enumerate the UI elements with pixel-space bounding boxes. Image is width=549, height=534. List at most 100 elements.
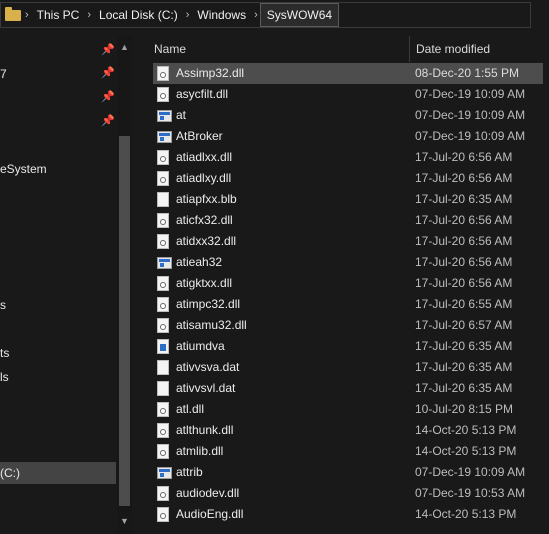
- exe-icon: [157, 257, 172, 269]
- nav-item-quick-access-3[interactable]: s: [0, 294, 6, 316]
- file-row[interactable]: atmlib.dll 14-Oct-20 5:13 PM: [153, 441, 549, 462]
- file-date-modified: 17-Jul-20 6:56 AM: [415, 213, 513, 227]
- file-row[interactable]: atl.dll 10-Jul-20 8:15 PM: [153, 399, 549, 420]
- breadcrumb[interactable]: › This PC › Local Disk (C:) › Windows › …: [0, 2, 531, 28]
- file-name: atlthunk.dll: [176, 423, 234, 437]
- file-date-modified: 08-Dec-20 1:55 PM: [415, 66, 520, 80]
- nav-item-label: (C:): [0, 466, 20, 480]
- file-date-modified: 07-Dec-19 10:53 AM: [415, 486, 526, 500]
- file-name: audiodev.dll: [176, 486, 240, 500]
- nav-item-quick-access-4[interactable]: ts: [0, 342, 9, 364]
- file-date-modified: 17-Jul-20 6:56 AM: [415, 150, 513, 164]
- file-row[interactable]: Assimp32.dll 08-Dec-20 1:55 PM: [153, 63, 549, 84]
- file-name: AudioEng.dll: [176, 507, 244, 521]
- dll-icon: [157, 66, 169, 81]
- file-row[interactable]: ativvsvl.dat 17-Jul-20 6:35 AM: [153, 378, 549, 399]
- file-list: Name Date modified Assimp32.dll 08-Dec-20…: [135, 36, 549, 534]
- dll-icon: [157, 213, 169, 228]
- exe-icon: [157, 131, 172, 143]
- dll-icon: [157, 507, 169, 522]
- breadcrumb-local-disk[interactable]: Local Disk (C:): [93, 4, 184, 26]
- file-row[interactable]: aticfx32.dll 17-Jul-20 6:56 AM: [153, 210, 549, 231]
- file-row[interactable]: atidxx32.dll 17-Jul-20 6:56 AM: [153, 231, 549, 252]
- file-icon: [157, 381, 169, 396]
- file-row[interactable]: asycfilt.dll 07-Dec-19 10:09 AM: [153, 84, 549, 105]
- file-row[interactable]: atiapfxx.blb 17-Jul-20 6:35 AM: [153, 189, 549, 210]
- file-date-modified: 14-Oct-20 5:13 PM: [415, 444, 517, 458]
- file-row[interactable]: atiadlxx.dll 17-Jul-20 6:56 AM: [153, 147, 549, 168]
- nav-scrollbar[interactable]: ▲ ▼: [117, 36, 132, 534]
- file-row[interactable]: atlthunk.dll 14-Oct-20 5:13 PM: [153, 420, 549, 441]
- pin-icon: 📌: [101, 115, 115, 127]
- file-name: atiapfxx.blb: [176, 192, 237, 206]
- file-row[interactable]: AtBroker 07-Dec-19 10:09 AM: [153, 126, 549, 147]
- dll-icon: [157, 423, 169, 438]
- file-date-modified: 14-Oct-20 5:13 PM: [415, 423, 517, 437]
- breadcrumb-syswow64[interactable]: SysWOW64: [259, 3, 340, 27]
- file-name: atimpc32.dll: [176, 297, 241, 311]
- nav-item-quick-access-5[interactable]: ls: [0, 366, 9, 388]
- scroll-down-icon[interactable]: ▼: [120, 516, 129, 526]
- file-name: atl.dll: [176, 402, 205, 416]
- file-date-modified: 17-Jul-20 6:56 AM: [415, 171, 513, 185]
- nav-item-label: s: [0, 298, 6, 312]
- chevron-right-icon[interactable]: ›: [252, 9, 260, 21]
- column-header-date-modified[interactable]: Date modified: [409, 36, 549, 62]
- file-date-modified: 07-Dec-19 10:09 AM: [415, 87, 526, 101]
- file-date-modified: 17-Jul-20 6:56 AM: [415, 255, 513, 269]
- file-row[interactable]: atisamu32.dll 17-Jul-20 6:57 AM: [153, 315, 549, 336]
- dll-icon: [157, 486, 169, 501]
- file-row[interactable]: atieah32 17-Jul-20 6:56 AM: [153, 252, 549, 273]
- file-row[interactable]: AudioEng.dll 14-Oct-20 5:13 PM: [153, 504, 549, 525]
- dll-icon: [157, 150, 169, 165]
- file-row[interactable]: audiodev.dll 07-Dec-19 10:53 AM: [153, 483, 549, 504]
- chevron-right-icon[interactable]: ›: [23, 9, 31, 21]
- exe-icon: [157, 110, 172, 122]
- file-date-modified: 07-Dec-19 10:09 AM: [415, 108, 526, 122]
- file-list-scrollbar[interactable]: [543, 36, 549, 534]
- file-name: attrib: [176, 465, 203, 479]
- file-icon: [157, 192, 169, 207]
- file-row[interactable]: attrib 07-Dec-19 10:09 AM: [153, 462, 549, 483]
- file-name: at: [176, 108, 187, 122]
- file-name: atidxx32.dll: [176, 234, 237, 248]
- file-date-modified: 07-Dec-19 10:09 AM: [415, 465, 526, 479]
- file-date-modified: 17-Jul-20 6:35 AM: [415, 192, 513, 206]
- file-name: ativvsvl.dat: [176, 381, 236, 395]
- dll-icon: [157, 87, 169, 102]
- chevron-right-icon[interactable]: ›: [184, 9, 192, 21]
- file-name: atiadlxx.dll: [176, 150, 233, 164]
- file-row[interactable]: atigktxx.dll 17-Jul-20 6:56 AM: [153, 273, 549, 294]
- column-header-name[interactable]: Name: [148, 36, 410, 62]
- file-date-modified: 17-Jul-20 6:56 AM: [415, 234, 513, 248]
- file-name: ativvsva.dat: [176, 360, 240, 374]
- file-name: atiadlxy.dll: [176, 171, 232, 185]
- nav-item-label: 7: [0, 67, 7, 81]
- file-row[interactable]: atiadlxy.dll 17-Jul-20 6:56 AM: [153, 168, 549, 189]
- file-name: AtBroker: [176, 129, 223, 143]
- file-row[interactable]: atimpc32.dll 17-Jul-20 6:55 AM: [153, 294, 549, 315]
- file-row[interactable]: atiumdva 17-Jul-20 6:35 AM: [153, 336, 549, 357]
- file-row[interactable]: ativvsva.dat 17-Jul-20 6:35 AM: [153, 357, 549, 378]
- dll-icon: [157, 171, 169, 186]
- file-name: asycfilt.dll: [176, 87, 229, 101]
- file-name: atisamu32.dll: [176, 318, 247, 332]
- dll-icon: [157, 402, 169, 417]
- file-date-modified: 17-Jul-20 6:57 AM: [415, 318, 513, 332]
- navigation-pane: 7 📌 📌 📌 📌 eSystem s ts ls (C:) ▲ ▼: [0, 36, 135, 534]
- file-date-modified: 17-Jul-20 6:55 AM: [415, 297, 513, 311]
- scrollbar-thumb[interactable]: [119, 136, 130, 506]
- nav-item-local-disk[interactable]: (C:): [0, 462, 116, 484]
- breadcrumb-this-pc[interactable]: This PC: [31, 4, 86, 26]
- file-row[interactable]: at 07-Dec-19 10:09 AM: [153, 105, 549, 126]
- pin-icon: 📌: [101, 67, 115, 79]
- scroll-up-icon[interactable]: ▲: [120, 42, 129, 52]
- file-name: Assimp32.dll: [176, 66, 245, 80]
- app-icon: [157, 339, 169, 354]
- nav-item-quick-access-1[interactable]: 7: [0, 63, 7, 85]
- chevron-right-icon[interactable]: ›: [85, 9, 93, 21]
- file-date-modified: 17-Jul-20 6:56 AM: [415, 276, 513, 290]
- file-date-modified: 17-Jul-20 6:35 AM: [415, 381, 513, 395]
- breadcrumb-windows[interactable]: Windows: [191, 4, 252, 26]
- nav-item-quick-access-2[interactable]: eSystem: [0, 158, 47, 180]
